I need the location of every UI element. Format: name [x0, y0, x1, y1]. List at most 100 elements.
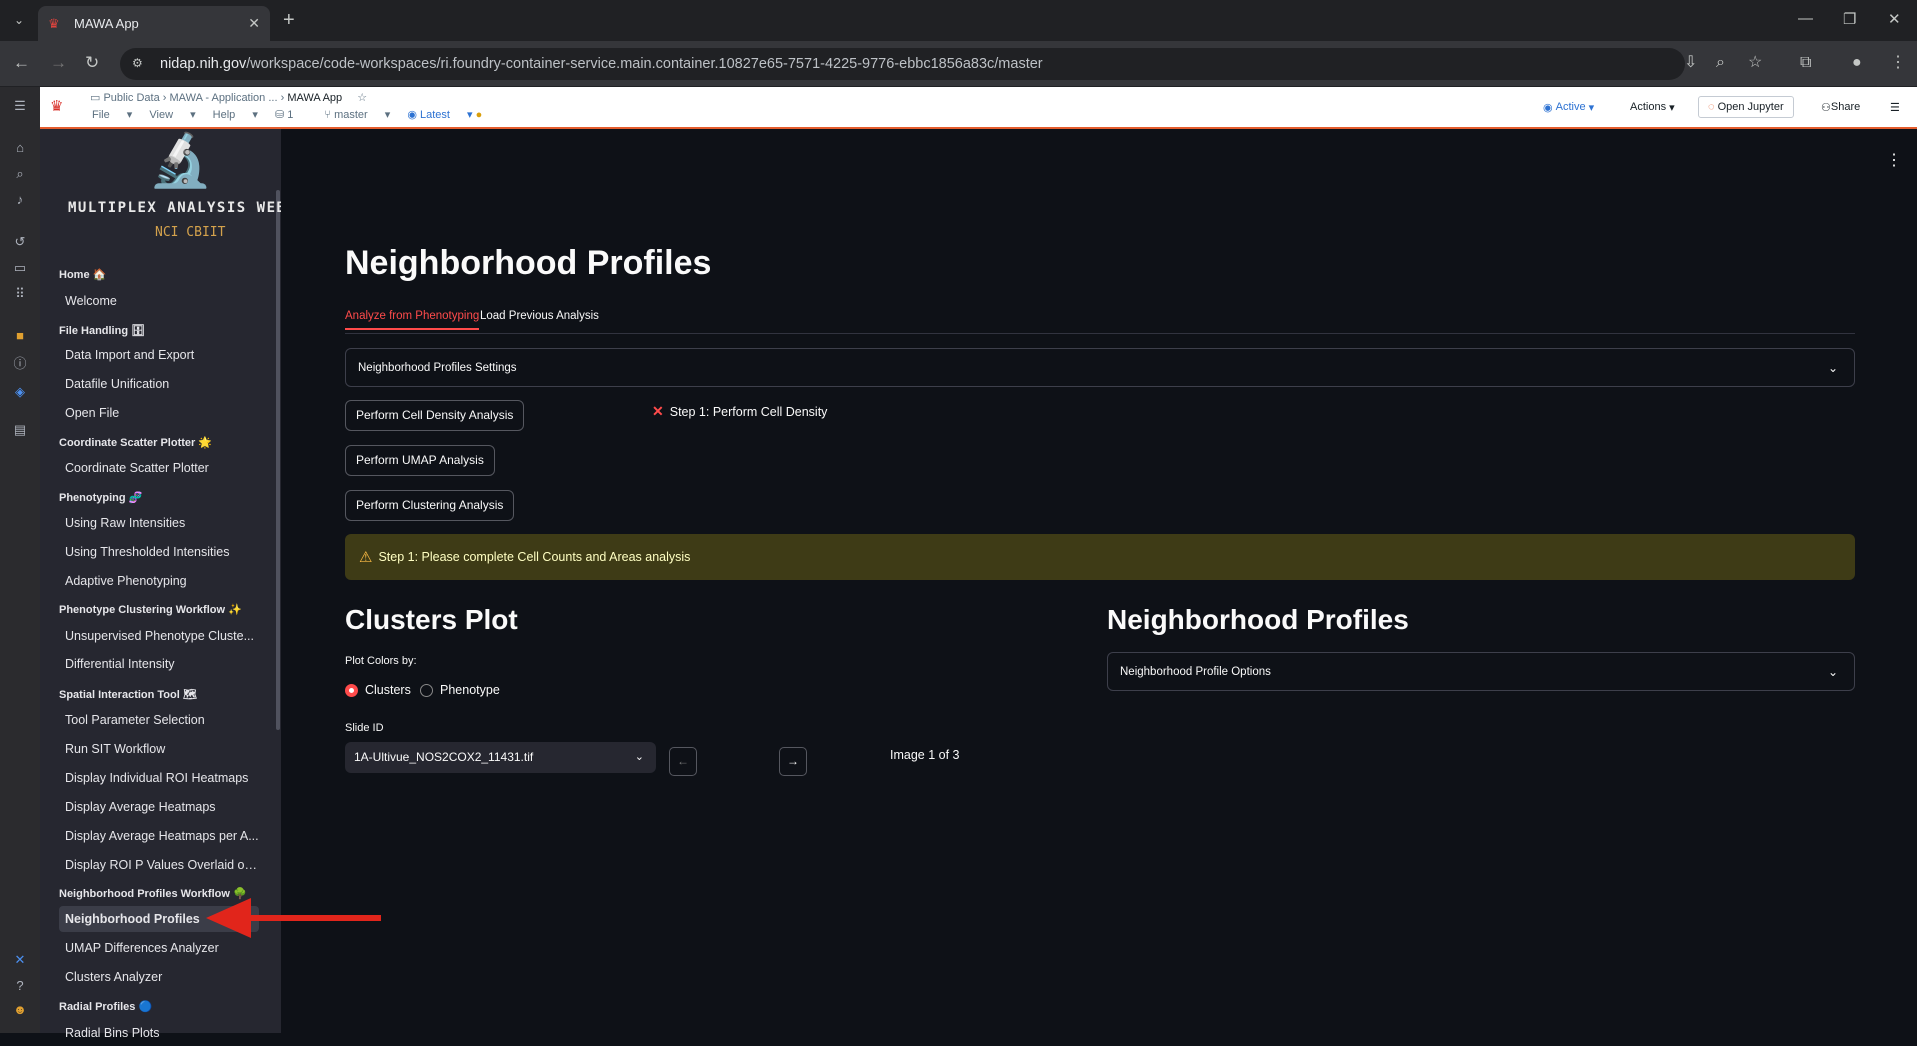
favorite-star-icon[interactable]: ☆	[357, 92, 367, 104]
folder-icon[interactable]: ▤	[11, 421, 29, 439]
umap-button[interactable]: Perform UMAP Analysis	[345, 445, 495, 476]
actions-dropdown[interactable]: Actions ▾	[1630, 87, 1675, 127]
branch-selector[interactable]: ⑂ master ▾	[324, 109, 390, 121]
neighborhood-profiles-title: Neighborhood Profiles	[1107, 604, 1409, 635]
notifications-icon[interactable]: ♪	[11, 191, 29, 209]
extensions-icon[interactable]: ⧉	[1800, 53, 1811, 73]
translate-icon[interactable]: ✕	[11, 951, 29, 969]
logo-subtitle: NCI CBIIT	[155, 225, 226, 240]
user-avatar-icon[interactable]: ☻	[11, 1001, 29, 1019]
sidebar-group-scatter: Coordinate Scatter Plotter 🌟	[59, 437, 213, 449]
sidebar-scrollbar[interactable]	[276, 190, 280, 730]
expand-nav-icon[interactable]: ☰	[11, 97, 29, 115]
sidebar-item-data-import[interactable]: Data Import and Export	[59, 342, 259, 368]
sidebar-item-coordinate-scatter[interactable]: Coordinate Scatter Plotter	[59, 455, 259, 481]
history-icon[interactable]: ↺	[11, 233, 29, 251]
sidebar-item-datafile-unification[interactable]: Datafile Unification	[59, 371, 259, 397]
new-tab-button[interactable]: +	[283, 10, 295, 30]
microscope-logo-icon: 🔬	[148, 132, 213, 190]
sidebar-item-tool-params[interactable]: Tool Parameter Selection	[59, 707, 259, 733]
jupyter-icon: ◌	[1708, 101, 1718, 113]
menu-view[interactable]: View ▾	[149, 109, 195, 121]
sidebar-group-radial: Radial Profiles 🔵	[59, 1001, 153, 1013]
sidebar-group-clustering: Phenotype Clustering Workflow ✨	[59, 604, 242, 616]
cube-icon[interactable]: ◈	[11, 383, 29, 401]
sidebar-item-roi-heatmaps[interactable]: Display Individual ROI Heatmaps	[59, 765, 259, 791]
warning-alert: ⚠ Step 1: Please complete Cell Counts an…	[345, 534, 1855, 580]
sidebar-item-adaptive[interactable]: Adaptive Phenotyping	[59, 568, 259, 594]
close-tab-icon[interactable]: ✕	[248, 15, 260, 32]
search-icon[interactable]: ⌕	[11, 165, 29, 183]
browser-tab[interactable]: ♛ MAWA App ✕	[38, 6, 270, 41]
clustering-button[interactable]: Perform Clustering Analysis	[345, 490, 515, 521]
radio-unselected-icon	[420, 683, 433, 697]
bookmark-star-icon[interactable]: ☆	[1748, 53, 1762, 73]
slide-id-select[interactable]: 1A-Ultivue_NOS2COX2_11431.tif ⌄	[345, 742, 656, 773]
chevron-down-icon: ⌄	[1827, 664, 1838, 679]
site-info-icon[interactable]: ⚙	[132, 56, 148, 72]
menu-file[interactable]: File ▾	[92, 109, 132, 121]
sidebar-group-file-handling: File Handling 🗄	[59, 325, 146, 337]
profile-avatar-icon[interactable]: ●	[1852, 53, 1862, 73]
sidebar-item-welcome[interactable]: Welcome	[59, 288, 259, 314]
share-icon: ⚇	[1821, 101, 1831, 114]
repo-count[interactable]: ⛁ 1	[275, 109, 307, 121]
tab-search-button[interactable]: ⌄	[8, 10, 30, 30]
radio-phenotype[interactable]: Phenotype	[420, 683, 500, 697]
help-icon[interactable]: ?	[11, 977, 29, 995]
sidebar-item-clusters-analyzer[interactable]: Clusters Analyzer	[59, 964, 259, 990]
settings-expander-label: Neighborhood Profiles Settings	[358, 361, 517, 374]
back-icon[interactable]: ←	[13, 53, 30, 73]
minimize-icon[interactable]: —	[1798, 10, 1813, 27]
sidebar-item-open-file[interactable]: Open File	[59, 400, 259, 426]
radio-clusters[interactable]: Clusters	[345, 683, 411, 697]
share-button[interactable]: ⚇ Share	[1821, 87, 1860, 127]
workspace-icon[interactable]: ■	[11, 327, 29, 345]
sidebar-item-roi-pvalues[interactable]: Display ROI P Values Overlaid on...	[59, 852, 259, 878]
main-menu-icon[interactable]: ⋮	[1886, 150, 1902, 170]
open-jupyter-button[interactable]: ◌ Open Jupyter	[1698, 87, 1794, 127]
breadcrumb-item[interactable]: MAWA - Application ...	[170, 92, 278, 104]
files-icon[interactable]: ▭	[11, 259, 29, 277]
chevron-down-icon: ⌄	[634, 751, 644, 763]
sidebar-item-run-sit[interactable]: Run SIT Workflow	[59, 736, 259, 762]
sidebar-item-avg-heatmaps[interactable]: Display Average Heatmaps	[59, 794, 259, 820]
breadcrumb-current[interactable]: MAWA App	[287, 92, 342, 104]
tab-analyze-from-phenotyping[interactable]: Analyze from Phenotyping	[345, 310, 480, 330]
info-icon[interactable]: ⓘ	[11, 355, 29, 373]
slide-id-label: Slide ID	[345, 722, 384, 734]
version-selector[interactable]: ◉ Latest ▾ ●	[407, 109, 496, 121]
sidebar-item-radial-bins[interactable]: Radial Bins Plots	[59, 1020, 259, 1046]
sidebar-item-raw-intensities[interactable]: Using Raw Intensities	[59, 510, 259, 536]
sidebar-item-differential[interactable]: Differential Intensity	[59, 651, 259, 677]
address-bar[interactable]: ⚙ nidap.nih.gov/workspace/code-workspace…	[120, 48, 1685, 80]
sidebar-group-spatial: Spatial Interaction Tool 🗺	[59, 689, 197, 701]
browser-menu-icon[interactable]: ⋮	[1890, 53, 1906, 73]
next-image-button[interactable]: →	[779, 747, 807, 776]
zoom-icon[interactable]: ⌕	[1716, 53, 1725, 73]
install-app-icon[interactable]: ⇩	[1684, 53, 1697, 73]
breadcrumb-item[interactable]: Public Data	[103, 92, 159, 104]
cell-density-button[interactable]: Perform Cell Density Analysis	[345, 400, 525, 431]
browser-tab-bar: ⌄ ♛ MAWA App ✕ + — ❐ ✕	[0, 0, 1917, 41]
status-dropdown[interactable]: ◉ Active ▾	[1543, 87, 1594, 127]
sidebar-item-unsupervised[interactable]: Unsupervised Phenotype Cluste...	[59, 623, 259, 649]
forward-icon[interactable]: →	[50, 53, 67, 73]
plot-colors-label: Plot Colors by:	[345, 655, 417, 667]
tab-load-previous-analysis[interactable]: Load Previous Analysis	[480, 310, 599, 322]
sidebar-item-avg-heatmaps-per[interactable]: Display Average Heatmaps per A...	[59, 823, 259, 849]
restore-icon[interactable]: ❐	[1843, 10, 1856, 28]
settings-expander[interactable]: Neighborhood Profiles Settings ⌄	[345, 348, 1855, 387]
profile-options-expander[interactable]: Neighborhood Profile Options ⌄	[1107, 652, 1855, 691]
analysis-tabs: Analyze from Phenotyping Load Previous A…	[345, 307, 1855, 334]
panel-toggle-icon[interactable]: ☰	[1890, 87, 1900, 127]
error-x-icon: ✕	[652, 403, 664, 419]
apps-grid-icon[interactable]: ⠿	[11, 285, 29, 303]
sidebar-item-thresholded[interactable]: Using Thresholded Intensities	[59, 539, 259, 565]
profile-options-label: Neighborhood Profile Options	[1120, 665, 1271, 678]
menu-help[interactable]: Help ▾	[213, 109, 258, 121]
window-close-icon[interactable]: ✕	[1888, 10, 1901, 28]
home-icon[interactable]: ⌂	[11, 139, 29, 157]
prev-image-button[interactable]: ←	[669, 747, 697, 776]
reload-icon[interactable]: ↻	[85, 53, 99, 73]
